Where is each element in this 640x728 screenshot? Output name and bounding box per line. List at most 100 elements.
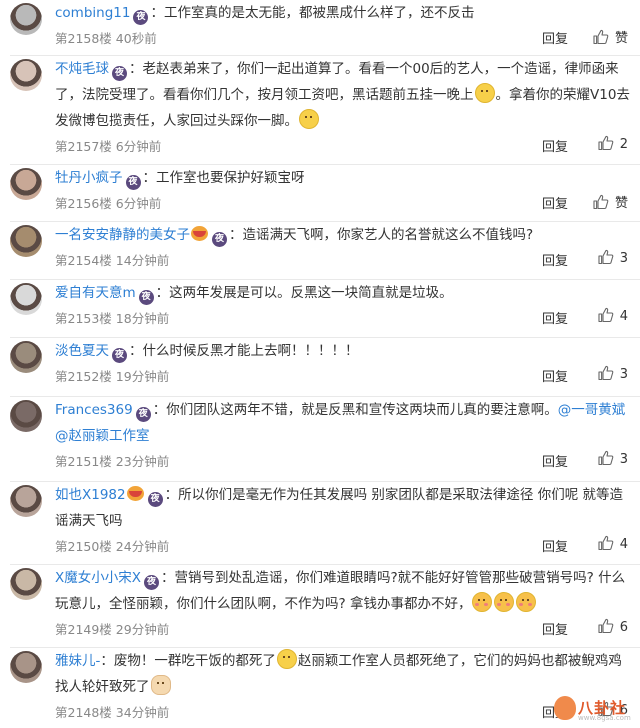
comment-item: 雅妹儿-：废物！一群吃干饭的都死了 赵丽颖工作室人员都死绝了，它们的妈妈也都被鲵鸡…	[0, 647, 640, 721]
floor-number: 第2149楼	[55, 622, 112, 637]
comment-meta: 第2149楼 29分钟前	[55, 619, 169, 638]
colon-separator: ：	[229, 227, 243, 243]
mention-link[interactable]: @一哥黄斌	[558, 402, 626, 418]
username-link[interactable]: 爱自有天意m	[55, 285, 136, 301]
avatar[interactable]	[10, 651, 42, 683]
thumbs-up-icon	[598, 135, 614, 151]
floor-number: 第2148楼	[55, 705, 112, 720]
comment-meta: 第2154楼 14分钟前	[55, 250, 169, 269]
avatar[interactable]	[10, 283, 42, 315]
reply-button[interactable]: 回复	[542, 28, 568, 47]
comment-time: 23分钟前	[115, 454, 170, 469]
like-count: 2	[619, 137, 628, 152]
comment-body: 爱自有天意m 夜：这两年发展是可以。反黑这一块简直就是垃圾。	[55, 280, 630, 306]
comment-time: 29分钟前	[115, 622, 170, 637]
avatar[interactable]	[10, 400, 42, 432]
mention-link[interactable]: @赵丽颖工作室	[55, 428, 150, 444]
comment-text: 淡色夏天夜：什么时候反黑才能上去啊！！！！！	[55, 338, 630, 364]
colon-separator: ：	[142, 170, 157, 186]
reply-button[interactable]: 回复	[542, 366, 568, 385]
comment-text: 不炖毛球夜：老赵表弟来了，你们一起出道算了。看看一个00后的艺人，一个造谣，律师…	[55, 56, 630, 134]
username-link[interactable]: 如也X1982	[55, 487, 126, 503]
like-button[interactable]: 4	[598, 307, 628, 324]
thumbs-up-icon	[598, 307, 614, 323]
smile-emoji-icon	[299, 109, 319, 129]
username-link[interactable]: Frances369	[55, 402, 133, 418]
reply-button[interactable]: 回复	[542, 619, 568, 638]
like-count: 3	[619, 452, 628, 467]
comment-feed: combing11 夜：工作室真的是太无能，都被黑成什么样了，还不反击 第2158楼…	[0, 0, 640, 728]
like-button[interactable]: 赞	[593, 192, 628, 211]
username-link[interactable]: combing11	[55, 5, 130, 21]
like-count: 4	[619, 537, 628, 552]
avatar[interactable]	[10, 59, 42, 91]
thumbs-up-icon	[593, 194, 609, 210]
like-button[interactable]: 3	[598, 450, 628, 467]
avatar[interactable]	[10, 3, 42, 35]
reply-button[interactable]: 回复	[542, 193, 568, 212]
avatar[interactable]	[10, 168, 42, 200]
comment-item: 一名安安静静的美女子 夜：造谣满天飞啊，你家艺人的名誉就这么不值钱吗? 第2154楼…	[0, 221, 640, 269]
comment-item: 爱自有天意m 夜：这两年发展是可以。反黑这一块简直就是垃圾。第2153楼 18分钟…	[0, 279, 640, 327]
username-link[interactable]: 雅妹儿-	[55, 653, 100, 669]
floor-number: 第2154楼	[55, 253, 112, 268]
comment-item: 不炖毛球夜：老赵表弟来了，你们一起出道算了。看看一个00后的艺人，一个造谣，律师…	[0, 55, 640, 155]
username-link[interactable]: 一名安安静静的美女子	[55, 227, 190, 243]
blush-emoji-icon	[494, 592, 515, 612]
comment-time: 34分钟前	[115, 705, 170, 720]
comment-body: 牡丹小疯子夜：工作室也要保护好颖宝呀	[55, 165, 630, 191]
reply-button[interactable]: 回复	[542, 536, 568, 555]
night-mode-badge: 夜	[144, 575, 159, 590]
username-link[interactable]: 牡丹小疯子	[55, 170, 123, 186]
comment-meta: 第2153楼 18分钟前	[55, 308, 169, 327]
comment-time: 6分钟前	[115, 196, 162, 211]
like-button[interactable]: 赞	[593, 27, 628, 46]
reply-button[interactable]: 回复	[542, 250, 568, 269]
avatar[interactable]	[10, 341, 42, 373]
comment-time: 6分钟前	[115, 139, 162, 154]
fan-badge-icon	[126, 486, 144, 501]
like-button[interactable]: 3	[598, 365, 628, 382]
avatar[interactable]	[10, 485, 42, 517]
avatar[interactable]	[10, 225, 42, 257]
fan-badge-icon	[191, 226, 208, 241]
comment-body: X魔女小小宋X 夜：营销号到处乱造谣，你们难道眼睛吗?就不能好好管管那些破营销号吗…	[55, 565, 630, 617]
username-link[interactable]: 淡色夏天	[55, 343, 109, 359]
like-count: 3	[619, 367, 628, 382]
comment-text-segment: 工作室也要保护好颖宝呀	[156, 170, 305, 186]
username-link[interactable]: X魔女小小宋X	[55, 570, 141, 586]
site-watermark: 八卦社 www.8gsa.com	[552, 694, 634, 724]
like-button[interactable]: 4	[598, 535, 628, 552]
reply-button[interactable]: 回复	[542, 308, 568, 327]
like-count: 3	[619, 251, 628, 266]
comment-text-segment: 你们团队这两年不错，就是反黑和宣传这两块而儿真的要注意啊。	[166, 402, 558, 418]
blush-emoji-icon	[516, 592, 537, 612]
comment-text: 如也X1982 夜：所以你们是毫无作为任其发展吗 别家团队都是采取法律途径 你们呢…	[55, 482, 630, 534]
floor-number: 第2151楼	[55, 454, 112, 469]
reply-button[interactable]: 回复	[542, 451, 568, 470]
like-button[interactable]: 3	[598, 249, 628, 266]
comment-text: 牡丹小疯子夜：工作室也要保护好颖宝呀	[55, 165, 630, 191]
comment-text: X魔女小小宋X 夜：营销号到处乱造谣，你们难道眼睛吗?就不能好好管管那些破营销号吗…	[55, 565, 630, 617]
reply-button[interactable]: 回复	[542, 136, 568, 155]
comment-item: 如也X1982 夜：所以你们是毫无作为任其发展吗 别家团队都是采取法律途径 你们呢…	[0, 481, 640, 555]
night-mode-badge: 夜	[147, 492, 163, 507]
colon-separator: ：	[150, 5, 164, 21]
comment-time: 18分钟前	[115, 311, 170, 326]
comment-meta: 第2157楼 6分钟前	[55, 136, 161, 155]
watermark-logo-icon	[554, 696, 576, 720]
thumbs-up-icon	[593, 29, 609, 45]
floor-number: 第2152楼	[55, 369, 112, 384]
like-count: 赞	[614, 31, 628, 46]
comment-item: Frances369 夜：你们团队这两年不错，就是反黑和宣传这两块而儿真的要注意啊…	[0, 396, 640, 470]
floor-number: 第2150楼	[55, 539, 112, 554]
like-button[interactable]: 2	[598, 135, 628, 152]
night-mode-badge: 夜	[135, 407, 151, 422]
night-mode-badge: 夜	[112, 348, 127, 363]
avatar[interactable]	[10, 568, 42, 600]
floor-number: 第2156楼	[55, 196, 112, 211]
comment-text-segment: 废物！一群吃干饭的都死了	[113, 653, 276, 669]
night-mode-badge: 夜	[138, 290, 154, 305]
username-link[interactable]: 不炖毛球	[55, 61, 109, 77]
like-button[interactable]: 6	[598, 618, 628, 635]
